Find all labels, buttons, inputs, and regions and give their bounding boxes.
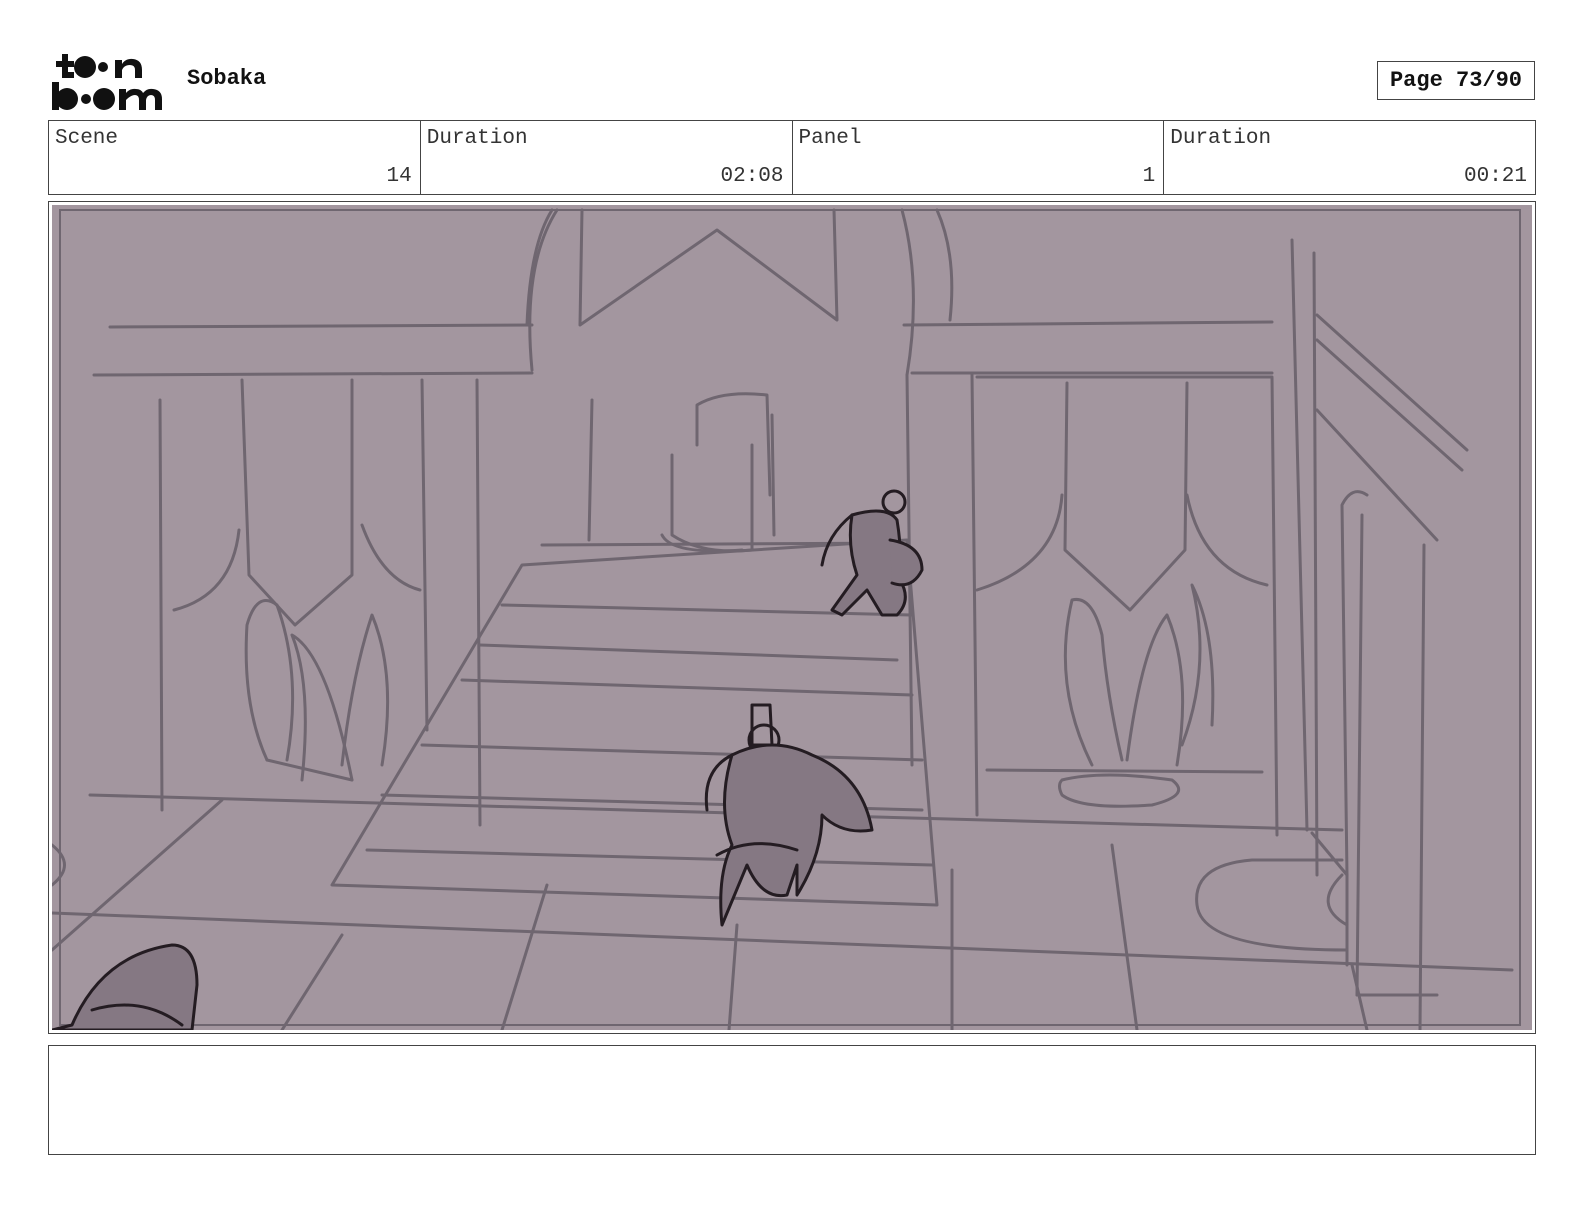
panel-cell: Panel 1 [793, 121, 1165, 194]
panel-duration-cell: Duration 00:21 [1164, 121, 1535, 194]
storyboard-panel-frame [48, 201, 1536, 1034]
panel-duration-label: Duration [1170, 127, 1272, 150]
panel-label: Panel [798, 127, 862, 150]
panel-value: 1 [1142, 165, 1156, 188]
page-number: Page 73/90 [1377, 61, 1535, 100]
scene-duration-cell: Duration 02:08 [421, 121, 793, 194]
panel-info-row: Scene 14 Duration 02:08 Panel 1 Duration… [48, 120, 1536, 195]
scene-value: 14 [386, 165, 412, 188]
panel-notes-box [48, 1045, 1536, 1155]
scene-duration-value: 02:08 [720, 165, 784, 188]
panel-duration-value: 00:21 [1463, 165, 1527, 188]
scene-cell: Scene 14 [49, 121, 421, 194]
panel-background [52, 205, 1532, 1030]
panel-notes-text [49, 1046, 1535, 1062]
scene-duration-label: Duration [426, 127, 528, 150]
project-title: Sobaka [187, 66, 267, 91]
storyboard-sketch [52, 205, 1532, 1030]
scene-label: Scene [55, 127, 119, 150]
toonboom-logo [52, 54, 162, 110]
